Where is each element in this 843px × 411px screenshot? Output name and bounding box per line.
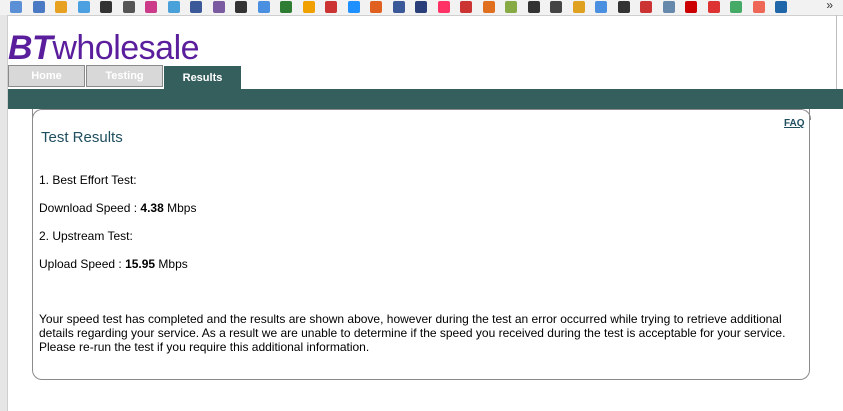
bookmark-favicon-icon[interactable] <box>392 1 405 13</box>
bookmark-favicon-icon[interactable] <box>482 1 495 13</box>
bookmark-favicon-icon[interactable] <box>662 1 675 13</box>
bookmark-favicon-icon[interactable] <box>527 1 540 13</box>
page-title: Test Results <box>41 129 123 146</box>
upload-value: 15.95 <box>125 257 156 271</box>
bookmark-favicon-icon[interactable] <box>370 1 382 13</box>
download-label: Download Speed : <box>39 201 141 215</box>
bookmark-favicon-icon[interactable] <box>707 1 720 13</box>
bookmark-favicon-icon[interactable] <box>640 1 652 13</box>
bookmark-favicon-icon[interactable] <box>595 1 607 13</box>
bookmark-favicon-icon[interactable] <box>775 1 787 13</box>
bookmark-favicon-icon[interactable] <box>302 1 315 13</box>
bookmark-favicon-icon[interactable] <box>280 1 292 13</box>
nav-bar <box>8 89 843 109</box>
bookmark-favicon-icon[interactable] <box>257 1 270 13</box>
bookmark-favicon-icon[interactable] <box>190 1 202 13</box>
bookmark-favicon-icon[interactable] <box>325 1 337 13</box>
download-value: 4.38 <box>140 201 164 215</box>
bookmarks-more-button[interactable]: » <box>826 0 833 12</box>
bookmark-favicon-icon[interactable] <box>100 1 112 13</box>
browser-frame-left <box>0 15 8 411</box>
browser-frame-right <box>836 15 837 95</box>
bookmark-favicon-icon[interactable] <box>167 1 180 13</box>
bookmark-favicon-icon[interactable] <box>145 1 157 13</box>
upload-speed-row: Upload Speed : 15.95 Mbps <box>39 257 188 271</box>
bookmark-favicon-icon[interactable] <box>415 1 427 13</box>
bookmark-favicon-icon[interactable] <box>685 1 697 13</box>
bookmark-favicon-icon[interactable] <box>730 1 742 13</box>
bookmark-favicon-icon[interactable] <box>32 1 45 13</box>
tab-testing[interactable]: Testing <box>86 65 163 87</box>
bt-wholesale-logo: BTwholesale <box>8 29 200 67</box>
bookmark-favicon-icon[interactable] <box>122 1 135 13</box>
bookmark-favicon-icon[interactable] <box>550 1 562 13</box>
bookmark-favicon-icon[interactable] <box>752 1 765 13</box>
bookmarks-bar: » <box>0 0 843 16</box>
upstream-heading: 2. Upstream Test: <box>39 229 133 243</box>
tab-home[interactable]: Home <box>8 65 85 87</box>
result-note: Your speed test has completed and the re… <box>39 312 786 354</box>
bookmark-favicon-icon[interactable] <box>212 1 225 13</box>
bookmark-favicon-icon[interactable] <box>235 1 247 13</box>
panel-top-border <box>42 109 800 110</box>
bookmark-favicon-icon[interactable] <box>77 1 90 13</box>
bookmark-favicon-icon[interactable] <box>437 1 450 13</box>
tab-results[interactable]: Results <box>164 66 241 89</box>
download-unit: Mbps <box>163 201 197 215</box>
download-speed-row: Download Speed : 4.38 Mbps <box>39 201 196 215</box>
logo-bt-text: BT <box>8 29 53 67</box>
upload-label: Upload Speed : <box>39 257 126 271</box>
best-effort-heading: 1. Best Effort Test: <box>39 173 137 187</box>
faq-link[interactable]: FAQ <box>784 118 805 129</box>
bookmark-favicon-icon[interactable] <box>347 1 360 13</box>
bookmark-favicon-icon[interactable] <box>572 1 585 13</box>
bookmark-favicon-icon[interactable] <box>55 1 67 13</box>
bookmark-favicon-icon[interactable] <box>505 1 517 13</box>
bookmark-favicon-icon[interactable] <box>460 1 472 13</box>
upload-unit: Mbps <box>155 257 188 271</box>
logo-wholesale-text: wholesale <box>52 29 200 67</box>
bookmark-favicon-icon[interactable] <box>617 1 630 13</box>
bookmark-favicon-icon[interactable] <box>10 1 22 13</box>
